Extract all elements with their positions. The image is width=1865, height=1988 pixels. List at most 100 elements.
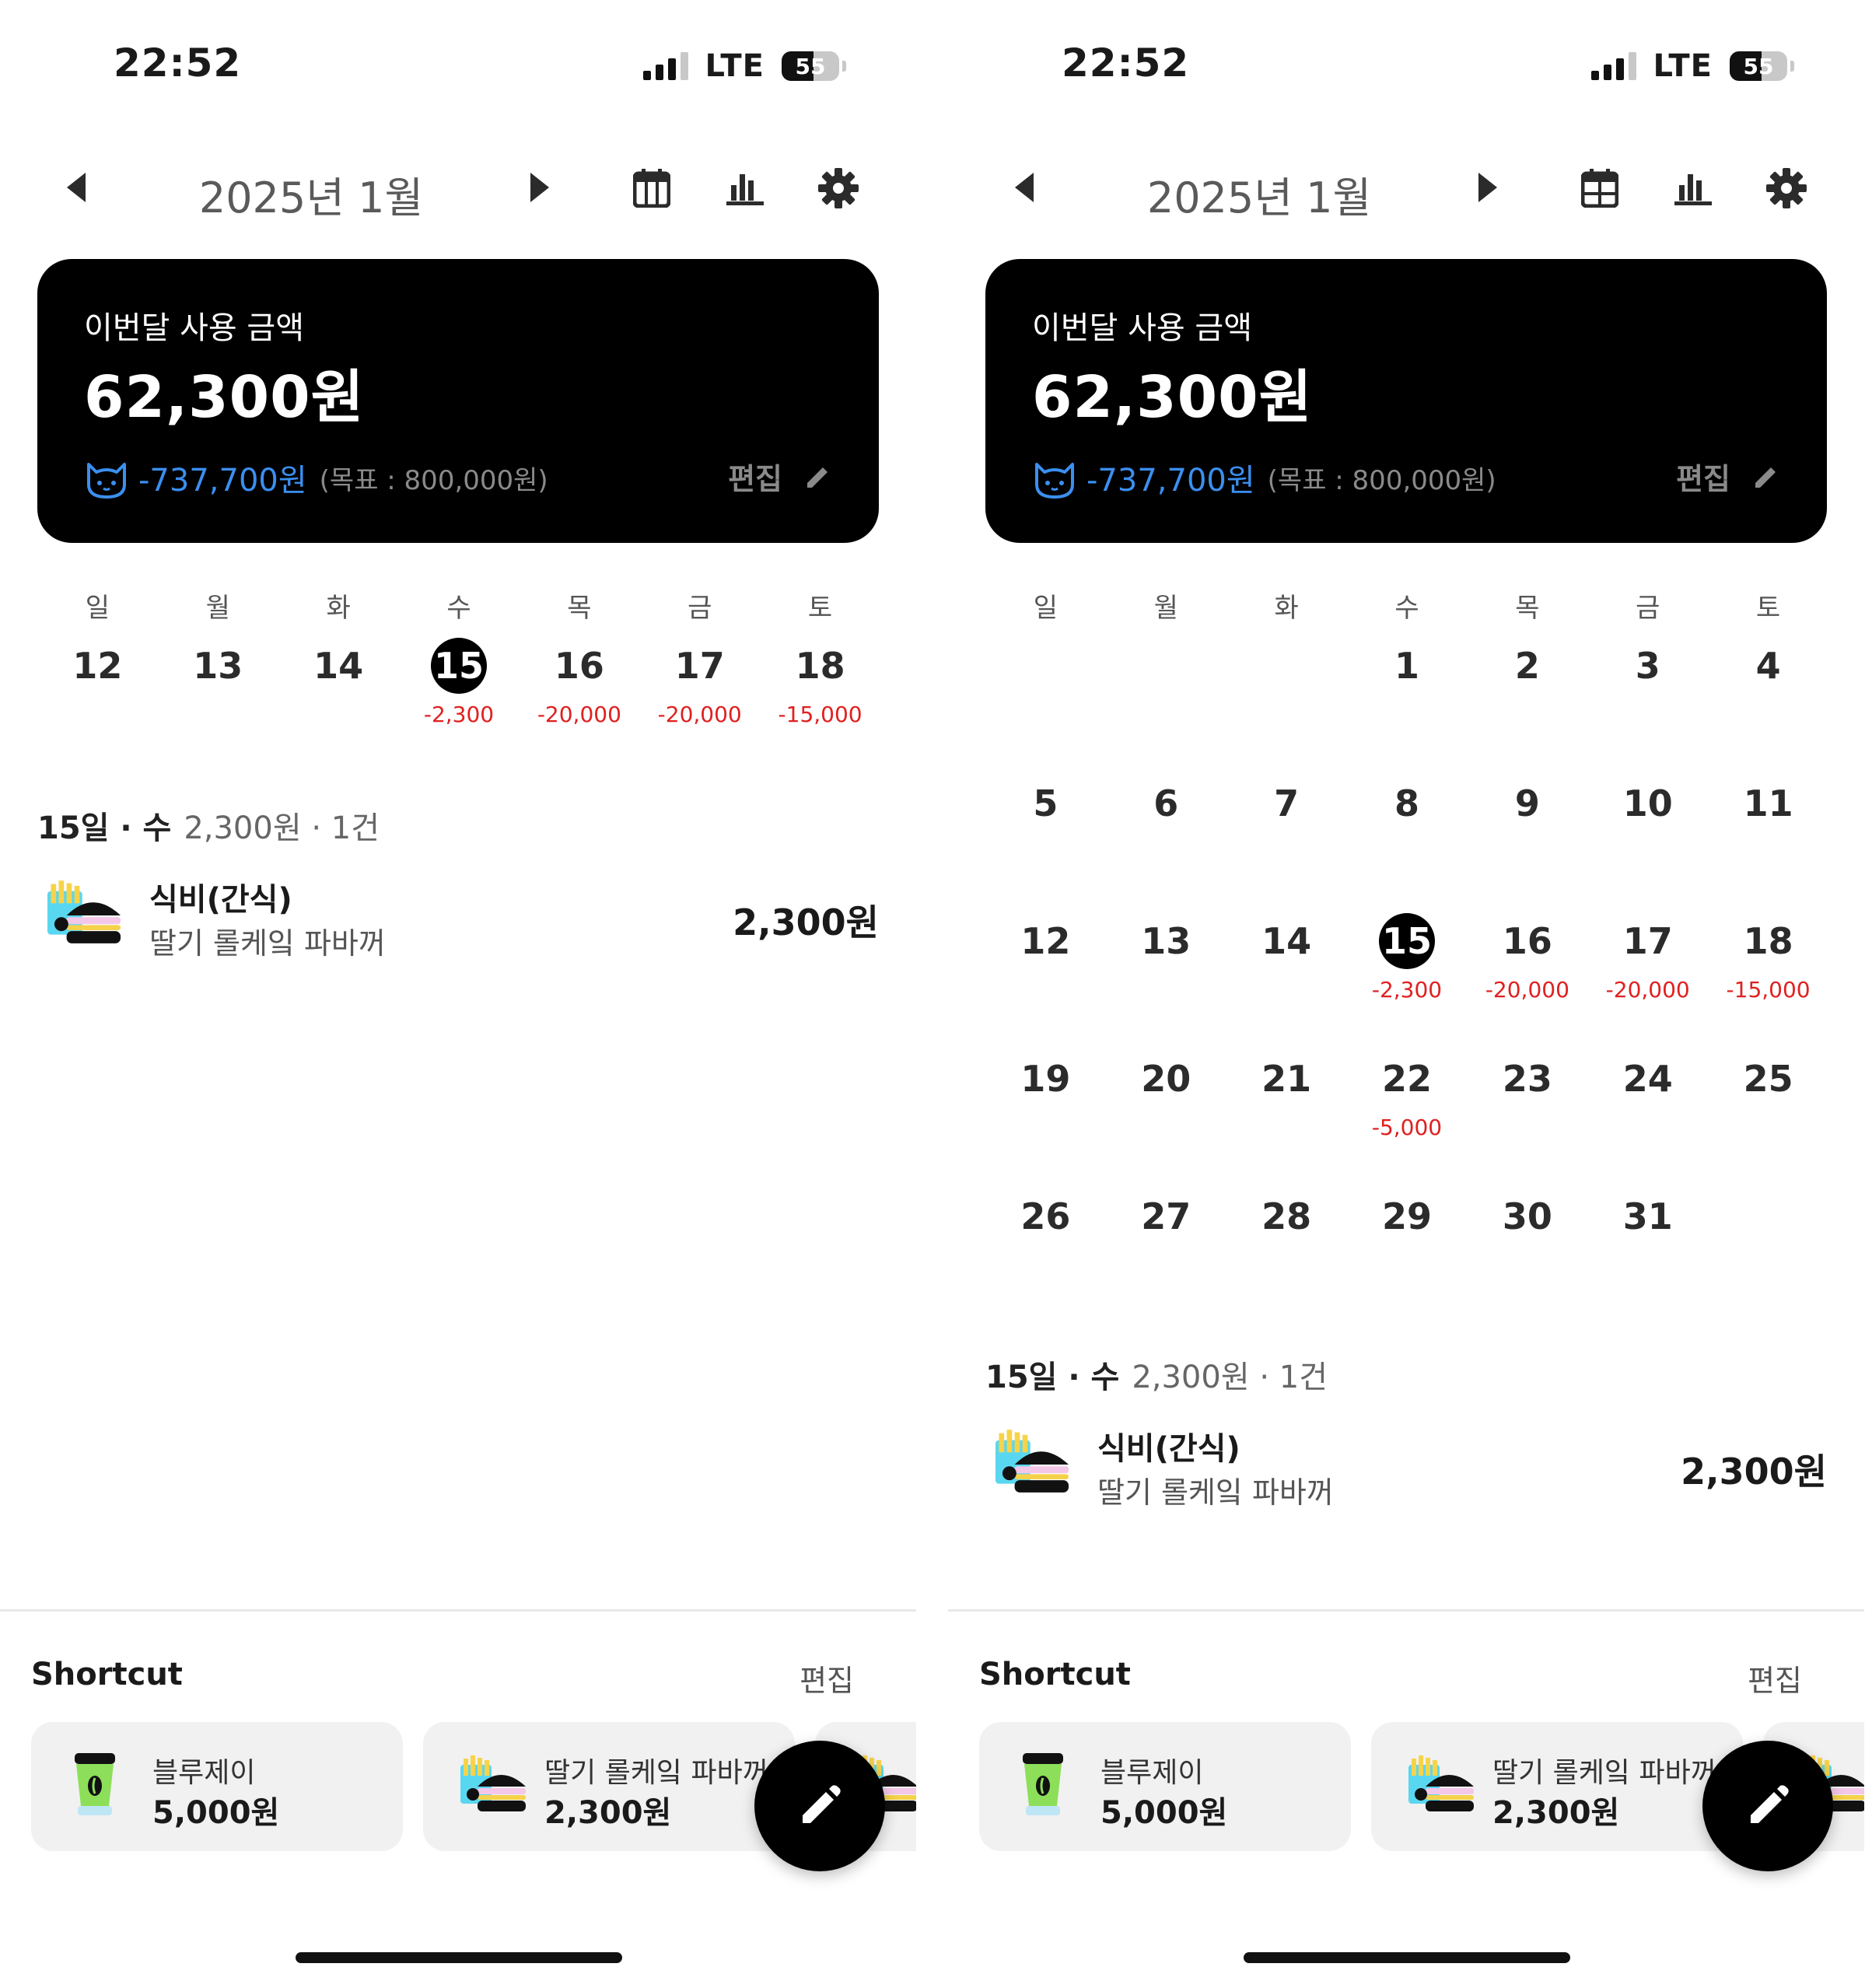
calendar-day[interactable]: 18 -15,000	[760, 638, 880, 775]
calendar-day[interactable]: 11	[1708, 775, 1828, 913]
calendar-day[interactable]: 31	[1587, 1188, 1708, 1326]
burger-fries-icon	[47, 880, 121, 943]
transaction-item[interactable]: 식비(간식) 딸기 롤케잌 파바꺼 2,300원	[40, 874, 879, 961]
calendar-day[interactable]: 14	[1226, 913, 1347, 1051]
shortcut-edit-button[interactable]: 편집	[1748, 1657, 1802, 1699]
bar-chart-icon[interactable]	[1670, 165, 1716, 212]
battery-level: 55	[795, 53, 826, 79]
budget-goal: (목표 : 800,000원)	[1267, 464, 1496, 496]
calendar-day[interactable]: 3	[1587, 638, 1708, 775]
day-number-text: 18	[795, 645, 845, 687]
day-number-text: 12	[1020, 920, 1071, 962]
day-spend-amount: -20,000	[537, 702, 621, 727]
day-number-text: 20	[1141, 1058, 1191, 1100]
triangle-right-icon[interactable]	[530, 173, 549, 202]
calendar-day[interactable]: 13	[1106, 913, 1226, 1051]
day-number: 29	[1347, 1188, 1468, 1244]
calendar-day[interactable]: 8	[1347, 775, 1468, 913]
divider	[0, 1609, 916, 1612]
calendar-day[interactable]: 5	[985, 775, 1106, 913]
triangle-left-icon[interactable]	[67, 173, 86, 202]
calendar-day[interactable]: 13	[158, 638, 278, 775]
day-number: 16	[519, 638, 639, 694]
calendar-day[interactable]: 20	[1106, 1051, 1226, 1188]
add-entry-button[interactable]	[754, 1741, 885, 1871]
calendar-day[interactable]: 12	[985, 913, 1106, 1051]
calendar-day[interactable]: 17 -20,000	[1587, 913, 1708, 1051]
day-number-text: 31	[1622, 1195, 1673, 1237]
calendar-day[interactable]: 4	[1708, 638, 1828, 775]
battery-level: 55	[1743, 53, 1774, 79]
calendar-day[interactable]: 15 -2,300	[1347, 913, 1468, 1051]
calendar-day[interactable]: 14	[278, 638, 399, 775]
shortcut-edit-button[interactable]: 편집	[800, 1657, 854, 1699]
calendar-day[interactable]: 9	[1467, 775, 1587, 913]
summary-amount: 62,300원	[1032, 364, 1313, 431]
monthly-summary-card[interactable]: 이번달 사용 금액 62,300원 -737,700원 (목표 : 800,00…	[37, 259, 879, 543]
calendar-day[interactable]: 7	[1226, 775, 1347, 913]
calendar-day[interactable]: 2	[1467, 638, 1587, 775]
calendar-day[interactable]: 1	[1347, 638, 1468, 775]
transaction-item[interactable]: 식비(간식) 딸기 롤케잌 파바꺼 2,300원	[988, 1423, 1827, 1510]
home-indicator[interactable]	[296, 1952, 622, 1963]
day-number-text: 9	[1514, 782, 1540, 824]
weekday-label: 월	[205, 593, 230, 624]
calendar-day	[1708, 1188, 1828, 1326]
calendar-day[interactable]: 12	[37, 638, 158, 775]
calendar-day[interactable]: 18 -15,000	[1708, 913, 1828, 1051]
shortcut-item[interactable]: 딸기 롤케잌 파바꺼 2,300원	[423, 1722, 795, 1851]
day-spend-amount: -20,000	[1485, 977, 1569, 1003]
gear-icon[interactable]	[815, 165, 862, 212]
summary-edit-button[interactable]: 편집	[728, 455, 832, 498]
shortcut-item[interactable]: 블루제이 5,000원	[31, 1722, 403, 1851]
triangle-left-icon[interactable]	[1015, 173, 1034, 202]
calendar-icon[interactable]	[628, 165, 675, 212]
burger-fries-icon	[1408, 1755, 1474, 1811]
day-number-text: 1	[1394, 645, 1419, 687]
calendar-day[interactable]: 27	[1106, 1188, 1226, 1326]
shortcut-item[interactable]: 딸기 롤케잌 파바꺼 2,300원	[1371, 1722, 1743, 1851]
calendar-day[interactable]: 24	[1587, 1051, 1708, 1188]
selected-day-number: 15	[1347, 913, 1468, 969]
calendar-day[interactable]: 10	[1587, 775, 1708, 913]
pencil-icon	[807, 467, 828, 488]
calendar-day[interactable]: 23	[1467, 1051, 1587, 1188]
bar-chart-icon[interactable]	[722, 165, 768, 212]
home-indicator[interactable]	[1244, 1952, 1570, 1963]
add-entry-button[interactable]	[1702, 1741, 1833, 1871]
month-title[interactable]: 2025년 1월	[1072, 163, 1446, 225]
calendar-day[interactable]: 16 -20,000	[519, 638, 639, 775]
calendar-day	[985, 638, 1106, 775]
calendar-day[interactable]: 21	[1226, 1051, 1347, 1188]
day-number-text: 30	[1502, 1195, 1552, 1237]
day-number: 16	[1467, 913, 1587, 969]
calendar-day[interactable]: 16 -20,000	[1467, 913, 1587, 1051]
summary-edit-button[interactable]: 편집	[1676, 455, 1780, 498]
day-number-text: 16	[554, 645, 604, 687]
coffee-cup-icon	[1021, 1752, 1065, 1817]
day-spend-amount: -2,300	[1371, 977, 1443, 1003]
shortcut-item[interactable]: 블루제이 5,000원	[979, 1722, 1351, 1851]
triangle-right-icon[interactable]	[1478, 173, 1497, 202]
day-number: 22	[1347, 1051, 1468, 1107]
calendar-day[interactable]: 19	[985, 1051, 1106, 1188]
calendar-day[interactable]: 30	[1467, 1188, 1587, 1326]
calendar-day[interactable]: 22 -5,000	[1347, 1051, 1468, 1188]
month-header: 2025년 1월	[0, 156, 916, 226]
status-time: 22:52	[114, 40, 242, 86]
calendar-day[interactable]: 15 -2,300	[399, 638, 520, 775]
calendar-icon[interactable]	[1576, 165, 1623, 212]
calendar-day[interactable]: 26	[985, 1188, 1106, 1326]
monthly-summary-card[interactable]: 이번달 사용 금액 62,300원 -737,700원 (목표 : 800,00…	[985, 259, 1827, 543]
burger-fries-icon	[995, 1430, 1069, 1493]
calendar-day[interactable]: 29	[1347, 1188, 1468, 1326]
calendar-day[interactable]: 25	[1708, 1051, 1828, 1188]
weekday-label: 일	[85, 593, 110, 624]
calendar-day[interactable]: 28	[1226, 1188, 1347, 1326]
calendar-day[interactable]: 17 -20,000	[639, 638, 760, 775]
gear-icon[interactable]	[1763, 165, 1810, 212]
calendar-day[interactable]: 6	[1106, 775, 1226, 913]
month-title[interactable]: 2025년 1월	[124, 163, 498, 225]
day-number-text: 13	[1141, 920, 1191, 962]
month-header: 2025년 1월	[948, 156, 1864, 226]
